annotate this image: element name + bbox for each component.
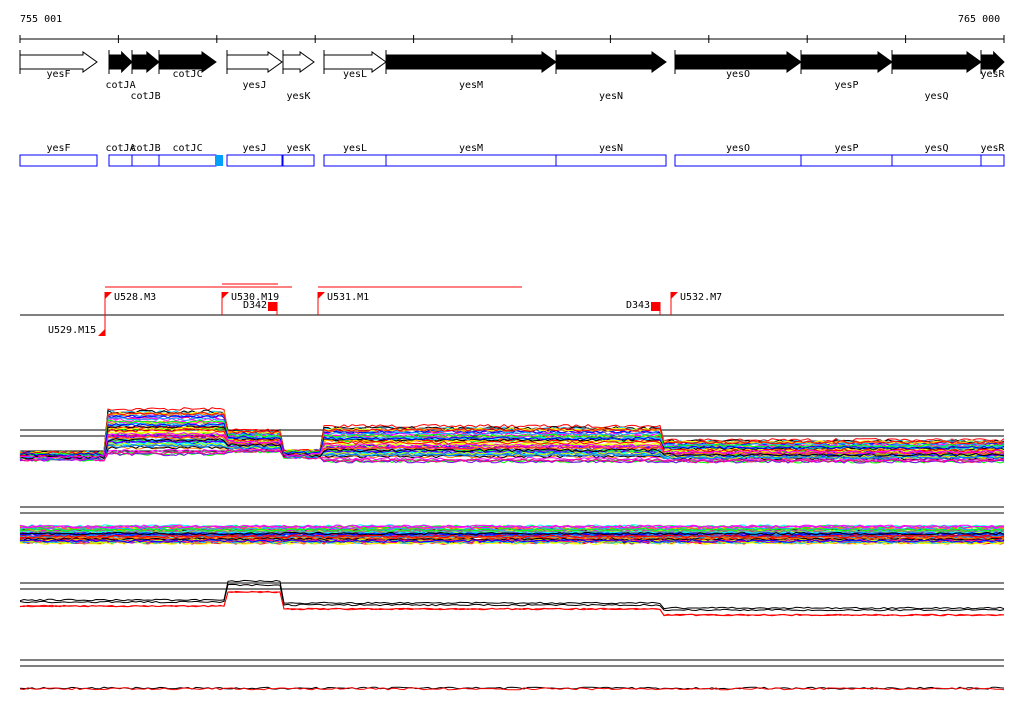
gene-box-label-yesR: yesR: [980, 143, 1005, 154]
terminator-icon: [268, 302, 277, 311]
gene-label-yesP: yesP: [834, 80, 859, 91]
promoter-label: U529.M15: [48, 325, 97, 336]
gene-box-yesQ: [891, 154, 982, 167]
gene-box-cotJC: [158, 154, 217, 167]
gene-box-label-yesJ: yesJ: [242, 143, 267, 154]
gene-box-label-cotJB: cotJB: [130, 143, 161, 154]
expression-track-3-trace: [19, 583, 1005, 612]
gene-box-label-yesO: yesO: [726, 143, 751, 154]
gene-arrow-cotJA: [108, 50, 133, 74]
gene-arrow-yesM: [385, 51, 557, 73]
expression-track-3-trace: [19, 590, 1005, 617]
gene-arrow-cotJB: [131, 50, 160, 74]
gene-label-yesL: yesL: [343, 69, 368, 80]
gene-arrow-yesP: [800, 51, 893, 73]
gene-label-yesF: yesF: [46, 69, 71, 80]
gene-label-cotJB: cotJB: [130, 91, 161, 102]
gene-box-yesP: [800, 154, 893, 167]
gene-box-yesN: [555, 154, 667, 167]
gene-box-label-yesK: yesK: [286, 143, 311, 154]
gene-label-yesR: yesR: [980, 69, 1005, 80]
gene-label-yesM: yesM: [459, 80, 484, 91]
gene-arrow-yesK: [282, 51, 315, 73]
terminator-label: D343: [626, 300, 651, 311]
gene-box-label-cotJC: cotJC: [172, 143, 203, 154]
gene-box-yesL: [323, 154, 387, 167]
terminator-label: D342: [243, 300, 268, 311]
genome-browser-canvas: [19, 35, 1005, 691]
gene-arrow-yesJ: [226, 51, 283, 73]
gene-box-yesR: [980, 154, 1005, 167]
gene-label-yesQ: yesQ: [924, 91, 949, 102]
gene-box-cotJB: [131, 154, 160, 167]
promoter-label: U528.M3: [114, 292, 157, 303]
promoter-flag-icon: [318, 292, 325, 299]
gene-box-highlight: [215, 155, 223, 166]
promoter-flag-icon: [671, 292, 678, 299]
gene-label-yesJ: yesJ: [242, 80, 267, 91]
gene-box-cotJA: [108, 154, 133, 167]
gene-label-cotJC: cotJC: [172, 69, 203, 80]
promoter-flag-icon: [105, 292, 112, 299]
gene-label-yesK: yesK: [286, 91, 311, 102]
gene-arrow-yesN: [555, 51, 667, 73]
gene-label-yesO: yesO: [726, 69, 751, 80]
gene-arrow-yesQ: [891, 51, 982, 73]
gene-box-yesK: [282, 154, 315, 167]
promoter-flag-icon: [98, 329, 105, 336]
gene-box-label-yesP: yesP: [834, 143, 859, 154]
gene-box-label-yesN: yesN: [599, 143, 624, 154]
gene-box-label-yesM: yesM: [459, 143, 484, 154]
promoter-label: U532.M7: [680, 292, 723, 303]
gene-box-yesJ: [226, 154, 283, 167]
gene-box-yesF: [19, 154, 98, 167]
expression-track-3-trace: [19, 590, 1005, 617]
gene-box-yesM: [385, 154, 557, 167]
gene-box-label-yesF: yesF: [46, 143, 71, 154]
gene-box-label-yesL: yesL: [343, 143, 368, 154]
gene-label-yesN: yesN: [599, 91, 624, 102]
promoter-flag-icon: [222, 292, 229, 299]
gene-box-yesO: [674, 154, 802, 167]
promoter-label: U531.M1: [327, 292, 370, 303]
gene-box-label-yesQ: yesQ: [924, 143, 949, 154]
gene-label-cotJA: cotJA: [105, 80, 136, 91]
terminator-icon: [651, 302, 660, 311]
